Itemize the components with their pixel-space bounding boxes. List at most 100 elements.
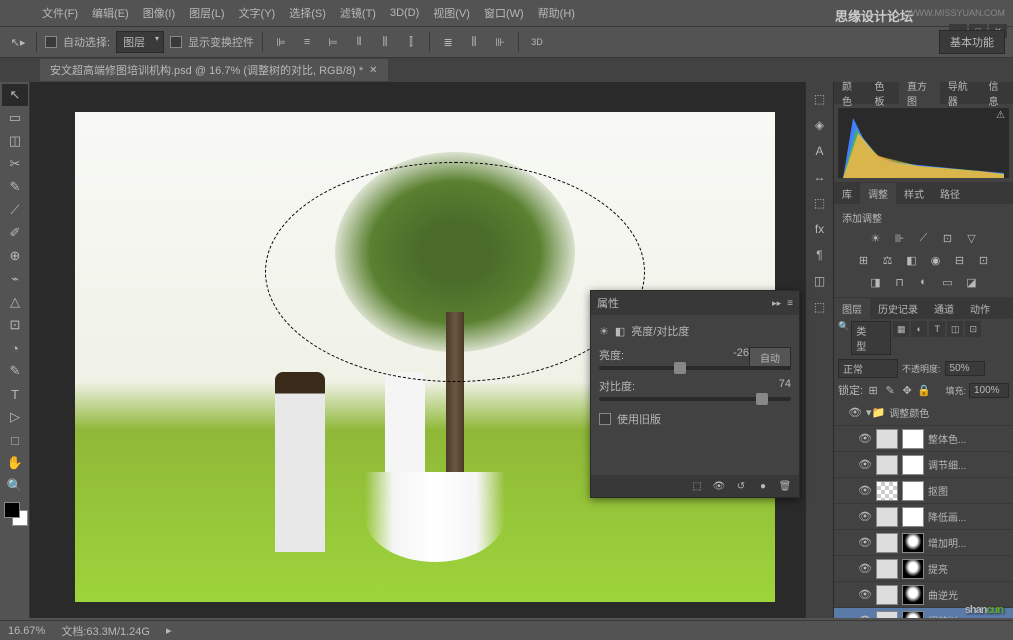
- layer-name[interactable]: 增加明...: [928, 535, 966, 550]
- mixer-icon[interactable]: ⊟: [951, 252, 969, 268]
- layer-name[interactable]: 调节细...: [928, 457, 966, 472]
- layer-mask-thumbnail[interactable]: [902, 455, 924, 475]
- visibility-toggle[interactable]: 👁: [848, 406, 862, 419]
- visibility-toggle[interactable]: 👁: [858, 614, 872, 618]
- contrast-value[interactable]: 74: [779, 378, 791, 394]
- bw-icon[interactable]: ◧: [903, 252, 921, 268]
- contrast-slider[interactable]: [599, 397, 791, 401]
- layer-thumbnail[interactable]: [876, 585, 898, 605]
- align-icon[interactable]: ⫼: [375, 32, 395, 52]
- foreground-color[interactable]: [4, 502, 20, 518]
- path-select-tool[interactable]: ▷: [2, 406, 28, 428]
- layer-name[interactable]: 提亮: [928, 561, 948, 576]
- hue-icon[interactable]: ⊞: [855, 252, 873, 268]
- distribute-icon[interactable]: ⊪: [490, 32, 510, 52]
- menu-3d[interactable]: 3D(D): [384, 5, 425, 21]
- menu-window[interactable]: 窗口(W): [478, 3, 530, 23]
- filter-shape-icon[interactable]: ◫: [947, 321, 963, 337]
- brightness-value[interactable]: -26: [733, 347, 749, 363]
- menu-view[interactable]: 视图(V): [427, 3, 476, 23]
- filter-adjust-icon[interactable]: ◐: [911, 321, 927, 337]
- collapse-icon[interactable]: ▸▸: [772, 298, 781, 309]
- posterize-icon[interactable]: ⊓: [891, 274, 909, 290]
- document-tab[interactable]: 安文超高端修图培训机构.psd @ 16.7% (调整树的对比, RGB/8) …: [40, 59, 388, 81]
- layer-thumbnail[interactable]: [876, 559, 898, 579]
- layer-row[interactable]: 👁 增加明...: [834, 530, 1013, 556]
- show-transform-checkbox[interactable]: [170, 36, 182, 48]
- legacy-checkbox[interactable]: [599, 413, 611, 425]
- zoom-tool[interactable]: 🔍: [2, 475, 28, 497]
- tab-actions[interactable]: 动作: [962, 298, 998, 319]
- visibility-toggle[interactable]: 👁: [858, 510, 872, 523]
- properties-header[interactable]: 属性 ▸▸ ≡: [591, 291, 799, 315]
- layers-list[interactable]: 👁 ▾📁 调整颜色 👁整体色...👁调节细...👁抠图👁降低画...👁增加明..…: [834, 400, 1013, 618]
- crop-tool[interactable]: ✂: [2, 153, 28, 175]
- gradient-map-icon[interactable]: ▭: [939, 274, 957, 290]
- visibility-toggle[interactable]: 👁: [858, 484, 872, 497]
- layer-row[interactable]: 👁 降低画...: [834, 504, 1013, 530]
- layer-mask-thumbnail[interactable]: [902, 559, 924, 579]
- eraser-tool[interactable]: △: [2, 291, 28, 313]
- tab-library[interactable]: 库: [834, 183, 860, 204]
- menu-image[interactable]: 图像(I): [137, 3, 181, 23]
- brush-tool[interactable]: ✐: [2, 222, 28, 244]
- tab-styles[interactable]: 样式: [896, 183, 932, 204]
- layer-mask-thumbnail[interactable]: [902, 507, 924, 527]
- 3d-mode-icon[interactable]: 3D: [527, 32, 547, 52]
- layer-name[interactable]: 调整树...: [928, 613, 966, 618]
- layer-row[interactable]: 👁 提亮: [834, 556, 1013, 582]
- layer-mask-thumbnail[interactable]: [902, 611, 924, 619]
- tab-channels[interactable]: 通道: [926, 298, 962, 319]
- filter-type-icon[interactable]: T: [929, 321, 945, 337]
- curves-icon[interactable]: ⟋: [915, 230, 933, 246]
- layer-row[interactable]: 👁 调整树...: [834, 608, 1013, 618]
- menu-help[interactable]: 帮助(H): [532, 3, 581, 23]
- visibility-toggle[interactable]: 👁: [858, 432, 872, 445]
- filter-type-select[interactable]: 类型: [851, 321, 891, 355]
- fill-input[interactable]: 100%: [969, 383, 1009, 398]
- lookup-icon[interactable]: ⊡: [975, 252, 993, 268]
- tab-history[interactable]: 历史记录: [870, 298, 926, 319]
- vibrance-icon[interactable]: ▽: [963, 230, 981, 246]
- layer-name[interactable]: 调整颜色: [889, 405, 929, 420]
- strip-icon[interactable]: ⬚: [811, 194, 829, 212]
- strip-icon[interactable]: ◫: [811, 272, 829, 290]
- strip-icon[interactable]: ⬚: [811, 90, 829, 108]
- auto-button[interactable]: 自动: [749, 347, 791, 368]
- zoom-level[interactable]: 16.67%: [8, 625, 45, 637]
- layer-row[interactable]: 👁整体色...: [834, 426, 1013, 452]
- visibility-toggle[interactable]: 👁: [858, 588, 872, 601]
- tab-histogram[interactable]: 直方图: [899, 75, 940, 111]
- dodge-tool[interactable]: ◔: [2, 337, 28, 359]
- invert-icon[interactable]: ◨: [867, 274, 885, 290]
- panel-menu-icon[interactable]: ≡: [787, 298, 793, 309]
- align-icon[interactable]: ⊫: [271, 32, 291, 52]
- visibility-toggle[interactable]: 👁: [858, 536, 872, 549]
- layer-mask-thumbnail[interactable]: [902, 585, 924, 605]
- layer-mask-thumbnail[interactable]: [902, 429, 924, 449]
- menu-filter[interactable]: 滤镜(T): [334, 3, 382, 23]
- strip-icon[interactable]: ¶: [811, 246, 829, 264]
- tab-color[interactable]: 颜色: [834, 75, 867, 111]
- tab-info[interactable]: 信息: [981, 75, 1013, 111]
- move-tool[interactable]: ↖: [2, 84, 28, 106]
- tab-navigator[interactable]: 导航器: [940, 75, 981, 111]
- balance-icon[interactable]: ⚖: [879, 252, 897, 268]
- properties-panel[interactable]: 属性 ▸▸ ≡ ☀ ◧ 亮度/对比度 自动 亮度: -26 对比度: 74: [590, 290, 800, 498]
- photo-filter-icon[interactable]: ◉: [927, 252, 945, 268]
- lock-transparency-icon[interactable]: ⊞: [866, 383, 880, 397]
- lock-position-icon[interactable]: ✥: [900, 383, 914, 397]
- menu-edit[interactable]: 编辑(E): [86, 3, 135, 23]
- opacity-input[interactable]: 50%: [945, 361, 985, 376]
- menu-layer[interactable]: 图层(L): [183, 3, 230, 23]
- layer-name[interactable]: 降低画...: [928, 509, 966, 524]
- filter-kind-icon[interactable]: 🔍: [838, 321, 849, 355]
- type-tool[interactable]: T: [2, 383, 28, 405]
- tab-adjustments[interactable]: 调整: [860, 183, 896, 204]
- auto-select-checkbox[interactable]: [45, 36, 57, 48]
- visibility-toggle[interactable]: 👁: [858, 562, 872, 575]
- close-tab-icon[interactable]: ✕: [369, 65, 377, 76]
- filter-smart-icon[interactable]: ⊡: [965, 321, 981, 337]
- align-icon[interactable]: ≡: [297, 32, 317, 52]
- lock-all-icon[interactable]: 🔒: [917, 383, 931, 397]
